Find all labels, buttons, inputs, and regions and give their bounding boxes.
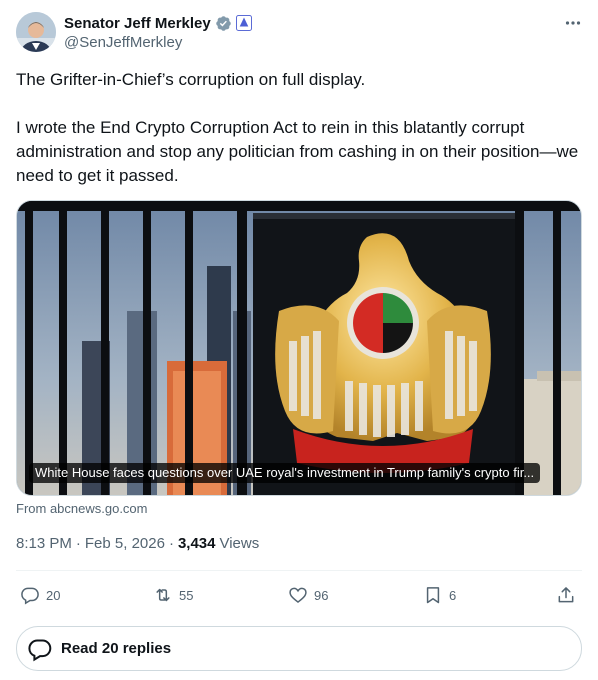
tweet-paragraph: I wrote the End Crypto Corruption Act to…	[16, 118, 579, 185]
views-count: 3,434	[177, 535, 216, 552]
repost-icon	[156, 588, 170, 602]
tweet-date[interactable]: Feb 5, 2026	[85, 535, 165, 552]
meta-separator: ·	[168, 535, 174, 552]
share-icon	[558, 587, 574, 603]
divider	[16, 570, 582, 571]
reply-count: 20	[46, 587, 61, 603]
link-card[interactable]: White House faces questions over UAE roy…	[16, 200, 582, 496]
tweet-meta: 8:13 PM · Feb 5, 2026 · 3,434 Views	[16, 535, 259, 552]
government-affiliation-icon[interactable]	[235, 15, 252, 31]
read-replies-label: Read 20 replies	[61, 640, 172, 657]
action-bar: 20 55 96 6	[16, 572, 582, 618]
tweet-time[interactable]: 8:13 PM	[16, 535, 72, 552]
name-row: Senator Jeff Merkley	[64, 13, 252, 33]
bookmark-count: 6	[449, 587, 457, 603]
read-replies-button[interactable]: Read 20 replies	[16, 626, 582, 671]
author-handle[interactable]: @SenJeffMerkley	[64, 34, 182, 51]
share-button[interactable]	[556, 572, 576, 618]
views-label: Views	[219, 535, 260, 552]
card-image	[17, 201, 581, 495]
reply-icon	[21, 587, 39, 605]
avatar[interactable]	[16, 12, 56, 52]
like-button[interactable]: 96	[288, 572, 328, 618]
reply-button[interactable]: 20	[20, 572, 60, 618]
repost-count: 55	[179, 587, 194, 603]
card-source[interactable]: From abcnews.go.com	[16, 501, 148, 516]
display-name[interactable]: Senator Jeff Merkley	[64, 15, 211, 32]
bookmark-icon	[426, 587, 440, 604]
reply-bubble-icon	[28, 639, 52, 661]
heart-icon	[289, 587, 307, 604]
like-count: 96	[314, 587, 329, 603]
bookmark-button[interactable]: 6	[423, 572, 456, 618]
tweet-header: Senator Jeff Merkley @SenJeffMerkley	[16, 12, 582, 54]
card-caption: White House faces questions over UAE roy…	[29, 463, 541, 483]
repost-button[interactable]: 55	[153, 572, 193, 618]
tweet-text: The Grifter-in-Chief’s corruption on ful…	[16, 68, 586, 188]
more-options-icon[interactable]	[564, 14, 582, 32]
meta-separator: ·	[75, 535, 81, 552]
verified-badge-icon[interactable]	[215, 15, 232, 32]
tweet-paragraph: The Grifter-in-Chief’s corruption on ful…	[16, 70, 366, 89]
